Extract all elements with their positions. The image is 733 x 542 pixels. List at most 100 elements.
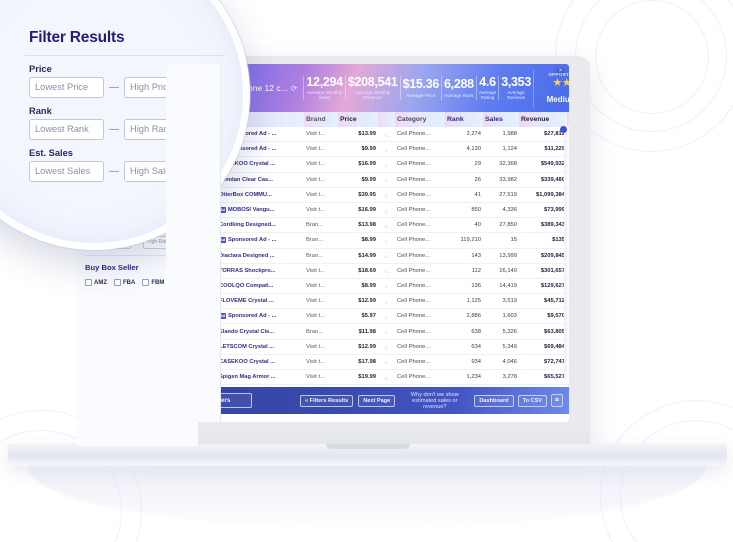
buy-box-option[interactable]: AMZ (85, 279, 107, 286)
dashboard-button[interactable]: Dashboard (474, 395, 513, 407)
filter-min-input[interactable]: Lowest Rank (29, 119, 104, 140)
graph-icon[interactable]: ◟ (385, 358, 388, 365)
cell-graph[interactable]: ◟ (378, 187, 395, 202)
cell-brand[interactable]: Visit t... (304, 127, 338, 142)
cell-product[interactable]: TORRAS Shockpro... (208, 263, 304, 278)
graph-icon[interactable]: ◟ (385, 237, 388, 244)
cell-graph[interactable]: ◟ (378, 142, 395, 157)
cell-product[interactable]: Spigen Mag Armor ... (208, 370, 304, 385)
product-name[interactable]: Diaclara Designed ... (219, 253, 275, 259)
cell-product[interactable]: AdSponsored Ad - ... (208, 309, 304, 324)
cell-product[interactable]: LETSCOM Crystal ... (208, 339, 304, 354)
product-name[interactable]: Sponsored Ad - ... (228, 313, 276, 319)
cell-brand[interactable]: Visit t... (304, 370, 338, 385)
cell-brand[interactable]: Visit t... (304, 157, 338, 172)
cell-product[interactable]: FLOVEME Crystal ... (208, 294, 304, 309)
cell-brand[interactable]: Bran... (304, 218, 338, 233)
table-scrollbar[interactable] (564, 116, 567, 378)
cell-brand[interactable]: Visit t... (304, 294, 338, 309)
col-price[interactable]: Price (338, 112, 378, 127)
table-row[interactable]: 12TORRAS Shockpro...Visit t...$18.69◟Cel… (166, 263, 569, 278)
product-name[interactable]: LETSCOM Crystal ... (219, 344, 274, 350)
buy-box-option[interactable]: FBA (114, 279, 135, 286)
table-row[interactable]: 11Diaclara Designed ...Bran...$14.99◟Cel… (166, 248, 569, 263)
refresh-icon[interactable]: ⟳ (291, 84, 298, 93)
graph-icon[interactable]: ◟ (385, 161, 388, 168)
table-row[interactable]: 17LETSCOM Crystal ...Visit t...$12.99◟Ce… (166, 339, 569, 354)
filter-min-input[interactable]: Lowest Price (29, 77, 104, 98)
product-name[interactable]: COOLQO Compati... (219, 283, 273, 289)
cell-brand[interactable]: Visit t... (304, 278, 338, 293)
scrollbar-thumb[interactable] (560, 126, 567, 133)
table-row[interactable]: 16Elando Crystal Cle...Bran...$11.98◟Cel… (166, 324, 569, 339)
cell-product[interactable]: COOLQO Compati... (208, 278, 304, 293)
graph-icon[interactable]: ◟ (385, 222, 388, 229)
cell-brand[interactable]: Visit t... (304, 263, 338, 278)
col-reviews[interactable]: Reviews (567, 112, 569, 127)
checkbox[interactable] (142, 279, 149, 286)
filters-results-button[interactable]: « Filters Results (300, 395, 353, 407)
graph-icon[interactable]: ◟ (385, 176, 388, 183)
cell-brand[interactable]: Visit t... (304, 339, 338, 354)
cell-graph[interactable]: ◟ (378, 309, 395, 324)
graph-icon[interactable]: ◟ (385, 374, 388, 381)
cell-brand[interactable]: Bran... (304, 233, 338, 248)
graph-icon[interactable]: ◟ (385, 131, 388, 138)
graph-icon[interactable]: ◟ (385, 328, 388, 335)
cell-brand[interactable]: Bran... (304, 248, 338, 263)
cell-brand[interactable]: Visit t... (304, 354, 338, 369)
graph-icon[interactable]: ◟ (385, 313, 388, 320)
table-row[interactable]: 15AdSponsored Ad - ...Visit t...$5.97◟Ce… (166, 309, 569, 324)
cell-graph[interactable]: ◟ (378, 294, 395, 309)
product-name[interactable]: Spigen Mag Armor ... (219, 374, 276, 380)
cell-graph[interactable]: ◟ (378, 339, 395, 354)
cell-graph[interactable]: ◟ (378, 354, 395, 369)
col-rank[interactable]: Rank (445, 112, 483, 127)
cell-graph[interactable]: ◟ (378, 172, 395, 187)
to-csv-button[interactable]: To CSV (518, 395, 547, 407)
cell-brand[interactable]: Visit t... (304, 202, 338, 217)
checkbox[interactable] (114, 279, 121, 286)
chart-icon[interactable]: ⌗ (551, 394, 563, 407)
product-name[interactable]: CASEKOO Crystal ... (219, 359, 275, 365)
graph-icon[interactable]: ◟ (385, 267, 388, 274)
cell-graph[interactable]: ◟ (378, 127, 395, 142)
cell-graph[interactable]: ◟ (378, 157, 395, 172)
cell-graph[interactable]: ◟ (378, 202, 395, 217)
graph-icon[interactable]: ◟ (385, 207, 388, 214)
product-name[interactable]: Elando Crystal Cle... (219, 329, 274, 335)
cell-product[interactable]: Diaclara Designed ... (208, 248, 304, 263)
graph-icon[interactable]: ◟ (385, 298, 388, 305)
graph-icon[interactable]: ◟ (385, 282, 388, 289)
cell-brand[interactable]: Visit t... (304, 172, 338, 187)
cell-product[interactable]: Elando Crystal Cle... (208, 324, 304, 339)
next-page-button[interactable]: Next Page (358, 395, 395, 407)
cell-graph[interactable]: ◟ (378, 278, 395, 293)
graph-icon[interactable]: ◟ (385, 191, 388, 198)
graph-icon[interactable]: ◟ (385, 252, 388, 259)
cell-graph[interactable]: ◟ (378, 324, 395, 339)
cell-brand[interactable]: Bran... (304, 324, 338, 339)
product-name[interactable]: FLOVEME Crystal ... (219, 298, 274, 304)
product-name[interactable]: TORRAS Shockpro... (219, 268, 275, 274)
buy-box-option[interactable]: FBM (142, 279, 164, 286)
cell-graph[interactable]: ◟ (378, 370, 395, 385)
cell-graph[interactable]: ◟ (378, 263, 395, 278)
cell-graph[interactable]: ◟ (378, 233, 395, 248)
col-revenue[interactable]: Revenue (519, 112, 567, 127)
cell-graph[interactable]: ◟ (378, 248, 395, 263)
table-row[interactable]: 18CASEKOO Crystal ...Visit t...$17.98◟Ce… (166, 354, 569, 369)
cell-brand[interactable]: Visit t... (304, 187, 338, 202)
table-row[interactable]: 19Spigen Mag Armor ...Visit t...$19.99◟C… (166, 370, 569, 385)
cell-brand[interactable]: Visit t... (304, 309, 338, 324)
col-category[interactable]: Category (395, 112, 445, 127)
col-brand[interactable]: Brand (304, 112, 338, 127)
cell-brand[interactable]: Visit t... (304, 142, 338, 157)
cell-graph[interactable]: ◟ (378, 218, 395, 233)
col-sales[interactable]: Sales (483, 112, 519, 127)
graph-icon[interactable]: ◟ (385, 343, 388, 350)
filter-min-input[interactable]: Lowest Sales (29, 161, 104, 182)
checkbox[interactable] (85, 279, 92, 286)
cell-product[interactable]: CASEKOO Crystal ... (208, 354, 304, 369)
table-row[interactable]: 13COOLQO Compati...Visit t...$8.99◟Cell … (166, 278, 569, 293)
